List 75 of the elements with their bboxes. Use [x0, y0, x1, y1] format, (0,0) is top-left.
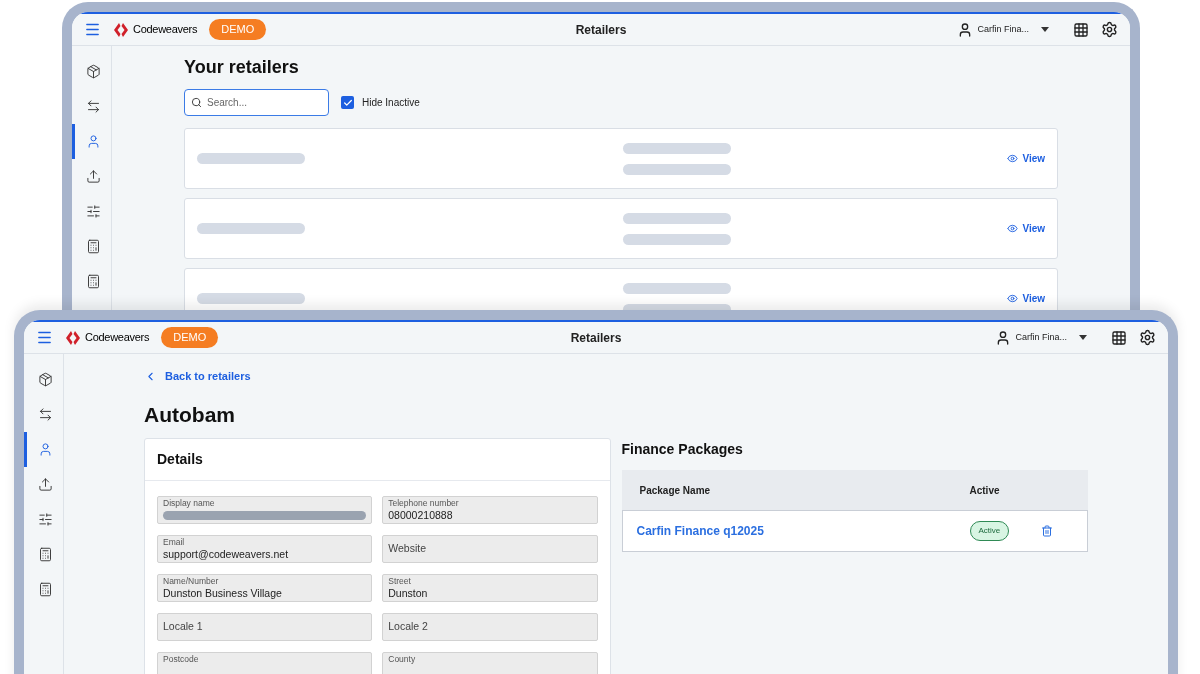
back-link[interactable]: Back to retailers [144, 368, 1088, 385]
search-field[interactable]: Search... [184, 89, 329, 116]
checkbox-label: Hide Inactive [362, 96, 420, 110]
text-field[interactable]: Postcode [157, 652, 373, 674]
field-placeholder: Website [388, 541, 426, 557]
window-title: Retailers [570, 329, 622, 347]
menu-icon[interactable] [36, 329, 53, 346]
demo-badge: DEMO [209, 19, 267, 40]
demo-badge: DEMO [161, 327, 219, 348]
display-name-field[interactable]: Display name [157, 496, 373, 524]
menu-icon[interactable] [84, 21, 101, 38]
brand-name: Codeweavers [133, 22, 198, 38]
field-label: County [388, 654, 417, 665]
window-title: Retailers [575, 21, 627, 39]
view-link[interactable]: View [1007, 151, 1045, 166]
field-value: 08000210888 [388, 509, 454, 522]
section-title: Finance Packages [621, 440, 744, 459]
eye-icon [1007, 293, 1019, 304]
status-badge: Active [969, 521, 1010, 541]
person-icon [37, 442, 53, 457]
text-field[interactable]: Locale 2 [382, 613, 598, 641]
logo-icon [65, 329, 81, 346]
box-icon [85, 64, 101, 79]
box-icon [37, 372, 53, 387]
page-title: Your retailers [184, 56, 300, 79]
field-label: Name/Number [163, 576, 220, 587]
text-field[interactable]: Locale 1 [157, 613, 373, 641]
user-name[interactable]: Carfin Fina... [1015, 330, 1067, 345]
field-label: Postcode [163, 654, 200, 665]
eye-icon [1007, 153, 1019, 164]
column-header: Package Name [639, 483, 712, 498]
sliders-icon [85, 204, 101, 219]
text-field[interactable]: County [382, 652, 598, 674]
field-value: Dunston [388, 587, 429, 600]
person-icon [85, 134, 101, 149]
brand-name: Codeweavers [85, 330, 150, 346]
swap-icon [37, 407, 53, 422]
eye-icon [1007, 223, 1019, 234]
delete-icon[interactable] [1041, 525, 1054, 537]
caret-icon[interactable] [1079, 335, 1087, 340]
settings-icon[interactable] [1139, 329, 1156, 346]
view-link[interactable]: View [1007, 291, 1045, 306]
calculator-icon [85, 239, 101, 254]
search-icon [191, 97, 202, 108]
swap-icon [85, 99, 101, 114]
field-label: Telephone number [388, 498, 460, 509]
page-title: Autobam [144, 401, 236, 428]
calculator-icon [85, 274, 101, 289]
upload-icon [37, 477, 53, 492]
upload-icon [85, 169, 101, 184]
logo-icon [113, 21, 129, 38]
calculator-icon [37, 547, 53, 562]
field-value: support@codeweavers.net [163, 548, 290, 561]
text-field[interactable]: Name/Number Dunston Business Village [157, 574, 373, 602]
text-field[interactable]: Email support@codeweavers.net [157, 535, 373, 563]
column-header: Active [969, 483, 1000, 498]
field-label: Email [163, 537, 186, 548]
text-field[interactable]: Street Dunston [382, 574, 598, 602]
field-value: Dunston Business Village [163, 587, 283, 600]
apps-grid-icon[interactable] [1073, 21, 1089, 38]
field-placeholder: Locale 2 [388, 619, 428, 635]
user-name[interactable]: Carfin Fina... [977, 22, 1029, 37]
card-title: Details [157, 450, 203, 469]
view-link[interactable]: View [1007, 221, 1045, 236]
field-label: Display name [163, 498, 216, 509]
apps-grid-icon[interactable] [1111, 329, 1127, 346]
field-placeholder: Locale 1 [163, 619, 203, 635]
caret-icon[interactable] [1041, 27, 1049, 32]
settings-icon[interactable] [1101, 21, 1118, 38]
calculator-icon [37, 582, 53, 597]
sliders-icon [37, 512, 53, 527]
text-field[interactable]: Website [382, 535, 598, 563]
text-field[interactable]: Telephone number 08000210888 [382, 496, 598, 524]
field-label: Street [388, 576, 412, 587]
package-link[interactable]: Carfin Finance q12025 [636, 522, 970, 540]
